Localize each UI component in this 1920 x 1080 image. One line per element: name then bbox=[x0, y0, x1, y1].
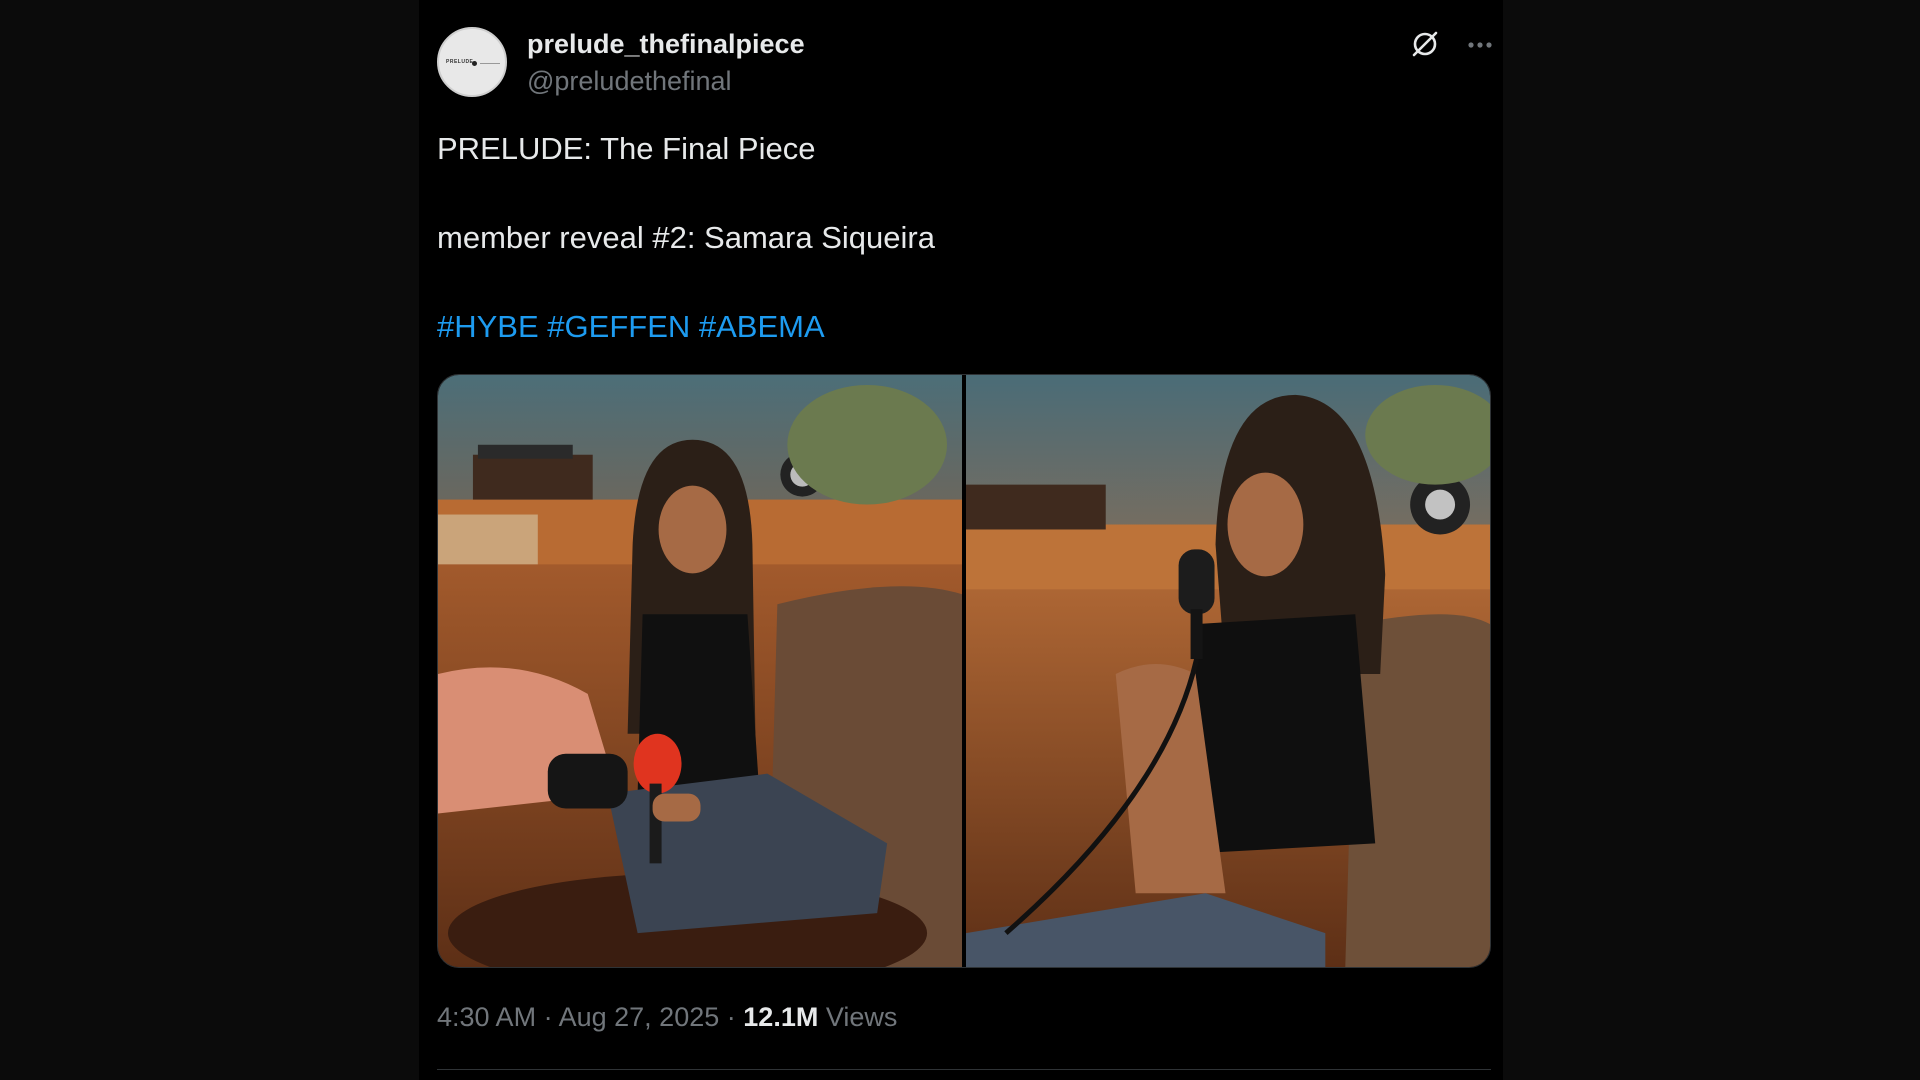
meta-separator: · bbox=[543, 1002, 553, 1032]
views-label: Views bbox=[825, 1002, 898, 1032]
hashtag-link[interactable]: #GEFFEN bbox=[547, 309, 690, 344]
avatar-logo-dot bbox=[472, 61, 477, 66]
views-count: 12.1M bbox=[743, 1002, 819, 1032]
photo-1[interactable] bbox=[438, 375, 962, 967]
hashtag-link[interactable]: #ABEMA bbox=[699, 309, 825, 344]
author-display-name[interactable]: prelude_thefinalpiece bbox=[527, 27, 805, 61]
hashtag-link[interactable]: #HYBE bbox=[437, 309, 539, 344]
post-date[interactable]: Aug 27, 2025 bbox=[559, 1002, 720, 1032]
grok-icon[interactable] bbox=[1409, 28, 1441, 60]
photo-woman-black-microphone-sofa-icon bbox=[966, 375, 1490, 967]
post-card: PRELUDE prelude_thefinalpiece @preludeth… bbox=[419, 0, 1503, 1080]
avatar-logo-line bbox=[480, 63, 500, 64]
meta-separator: · bbox=[726, 1002, 736, 1032]
post-meta: 4:30 AM · Aug 27, 2025 · 12.1M Views bbox=[437, 1000, 897, 1034]
media-grid bbox=[437, 374, 1491, 968]
post-text-title: PRELUDE: The Final Piece bbox=[437, 131, 816, 166]
post-time[interactable]: 4:30 AM bbox=[437, 1002, 536, 1032]
hashtag-list: #HYBE #GEFFEN #ABEMA bbox=[437, 308, 825, 346]
avatar[interactable]: PRELUDE bbox=[437, 27, 507, 97]
post-text-reveal: member reveal #2: Samara Siqueira bbox=[437, 220, 935, 255]
left-backdrop bbox=[0, 0, 419, 1080]
author-handle[interactable]: @preludethefinal bbox=[527, 64, 732, 98]
right-backdrop bbox=[1503, 0, 1920, 1080]
photo-2[interactable] bbox=[966, 375, 1490, 967]
photo-woman-red-microphone-sofa-icon bbox=[438, 375, 962, 967]
more-icon[interactable] bbox=[1465, 30, 1495, 60]
avatar-logo-text: PRELUDE bbox=[446, 59, 474, 65]
divider bbox=[437, 1069, 1491, 1070]
